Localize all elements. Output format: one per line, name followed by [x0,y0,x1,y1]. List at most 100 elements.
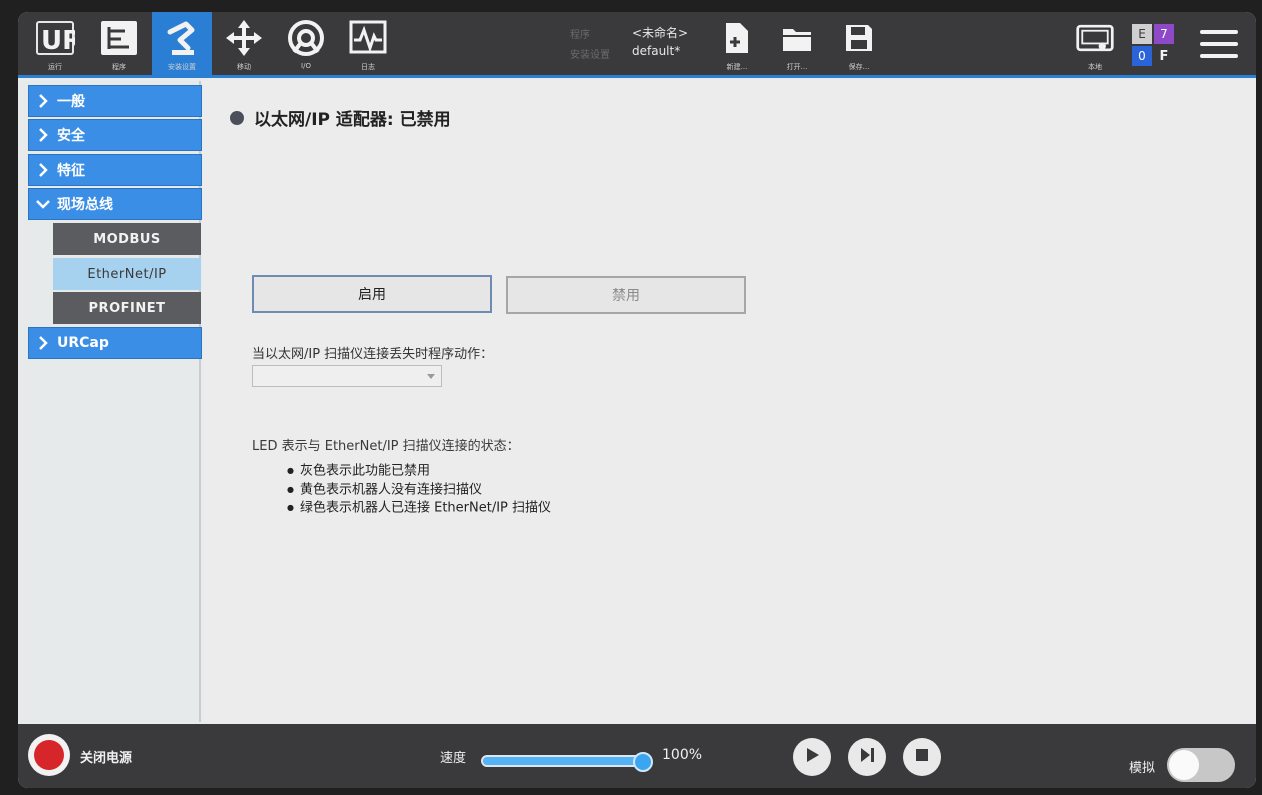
chevron-down-icon [29,199,57,209]
led-heading: LED 表示与 EtherNet/IP 扫描仪连接的状态： [252,439,520,454]
list-item: 绿色表示机器人已连接 EtherNet/IP 扫描仪 [287,499,551,518]
hamburger-menu-button[interactable] [1198,26,1240,62]
sidebar-subitem-profinet[interactable]: PROFINET [53,292,201,324]
dropdown-arrow-icon [427,374,435,379]
teach-pendant-icon [1075,18,1115,58]
sidebar-item-label: URCap [57,335,109,351]
sidebar-item-label: 现场总线 [57,197,113,213]
speed-slider[interactable] [481,755,651,767]
sidebar-subitem-modbus[interactable]: MODBUS [53,223,201,255]
list-item: 黄色表示机器人没有连接扫描仪 [287,481,551,500]
indicator-e: E [1132,24,1152,44]
sidebar-subitem-ethernetip[interactable]: EtherNet/IP [53,258,201,290]
sidebar-item-features[interactable]: 特征 [28,154,202,186]
sidebar-item-safety[interactable]: 安全 [28,119,202,151]
tab-move[interactable]: 移动 [214,12,274,78]
page-title-text: 以太网/IP 适配器: 已禁用 [254,110,451,130]
play-icon [803,746,821,768]
speed-label: 速度 [440,751,467,766]
log-icon [348,18,388,58]
tab-log-label: 日志 [361,63,375,71]
chevron-right-icon [29,163,57,177]
led-legend-list: 灰色表示此功能已禁用 黄色表示机器人没有连接扫描仪 绿色表示机器人已连接 Eth… [287,462,551,518]
bottom-bar: 关闭电源 速度 100% 模拟 [18,724,1256,788]
speed-slider-fill [483,757,649,765]
tab-run-label: 运行 [48,63,62,71]
chevron-right-icon [29,336,57,350]
indicator-f: F [1154,46,1174,66]
tab-run[interactable]: UR 运行 [24,12,86,78]
tab-move-label: 移动 [237,63,251,71]
new-file-label: 新建... [726,63,748,71]
stop-button[interactable] [903,738,941,776]
chevron-right-icon [29,94,57,108]
open-file-label: 打开... [786,63,808,71]
step-button[interactable] [848,738,886,776]
sidebar-item-urcap[interactable]: URCap [28,327,202,359]
enable-button[interactable]: 启用 [252,275,492,313]
program-icon [99,18,139,58]
pendant-window: UR 运行 程序 安装设置 移动 I/O 日志 程序 <未命名> 安装设置 de… [18,12,1256,788]
simulation-toggle[interactable] [1167,748,1235,782]
move-icon [224,18,264,58]
status-led-icon [230,110,244,125]
page-title: 以太网/IP 适配器: 已禁用 [230,105,451,130]
toggle-knob [1169,750,1199,780]
sidebar-item-label: 一般 [57,94,85,110]
disable-button[interactable]: 禁用 [506,276,746,314]
tab-program-label: 程序 [112,63,126,71]
power-icon [34,740,64,770]
installation-icon [162,18,202,58]
save-file-button[interactable]: 保存... [838,12,880,78]
local-control-label: 本地 [1088,63,1102,71]
loss-action-label: 当以太网/IP 扫描仪连接丢失时程序动作： [252,347,494,362]
local-control-button[interactable]: 本地 [1070,12,1120,78]
new-file-button[interactable]: 新建... [716,12,758,78]
list-item: 灰色表示此功能已禁用 [287,462,551,481]
sidebar: 一般 安全 特征 现场总线 MODBUS EtherNet/IP PROFINE… [18,81,202,722]
sidebar-item-label: 安全 [57,128,85,144]
sidebar-subitem-label: PROFINET [88,300,166,316]
file-info: 程序 <未命名> 安装设置 default* [570,24,710,64]
tab-program[interactable]: 程序 [88,12,150,78]
status-indicator[interactable]: E 7 0 F [1132,24,1174,66]
ur-logo-icon: UR [35,18,75,58]
power-button[interactable] [28,734,70,776]
simulation-label: 模拟 [1129,761,1156,776]
svg-text:UR: UR [41,26,75,56]
sidebar-subitem-label: MODBUS [93,231,161,247]
open-file-button[interactable]: 打开... [776,12,818,78]
new-file-icon [717,18,757,58]
screen: UR 运行 程序 安装设置 移动 I/O 日志 程序 <未命名> 安装设置 de… [0,0,1262,795]
main-panel: 以太网/IP 适配器: 已禁用 启用 禁用 当以太网/IP 扫描仪连接丢失时程序… [203,81,1256,722]
top-bar: UR 运行 程序 安装设置 移动 I/O 日志 程序 <未命名> 安装设置 de… [18,12,1256,78]
loss-action-dropdown[interactable] [252,365,442,387]
program-name: <未命名> [632,26,689,40]
open-folder-icon [777,18,817,58]
stop-icon [914,747,930,767]
disable-button-label: 禁用 [612,288,640,304]
indicator-number: 7 [1154,24,1174,44]
play-button[interactable] [793,738,831,776]
installation-name: default* [632,44,681,58]
sidebar-item-label: 特征 [57,163,85,179]
sidebar-subitem-label: EtherNet/IP [87,266,167,282]
speed-value: 100% [662,747,703,763]
installation-key: 安装设置 [570,50,610,61]
tab-io[interactable]: I/O [276,12,336,78]
program-key: 程序 [570,30,590,41]
step-icon [858,746,876,768]
chevron-right-icon [29,128,57,142]
sidebar-item-general[interactable]: 一般 [28,85,202,117]
tab-installation[interactable]: 安装设置 [152,12,212,78]
io-icon [286,18,326,58]
indicator-zero: 0 [1132,46,1152,66]
sidebar-item-fieldbus[interactable]: 现场总线 [28,188,202,220]
hamburger-menu-icon [1198,26,1240,62]
save-icon [839,18,879,58]
tab-log[interactable]: 日志 [338,12,398,78]
power-label: 关闭电源 [80,751,133,766]
tab-installation-label: 安装设置 [168,63,196,71]
speed-slider-handle[interactable] [633,752,653,772]
enable-button-label: 启用 [358,287,386,303]
